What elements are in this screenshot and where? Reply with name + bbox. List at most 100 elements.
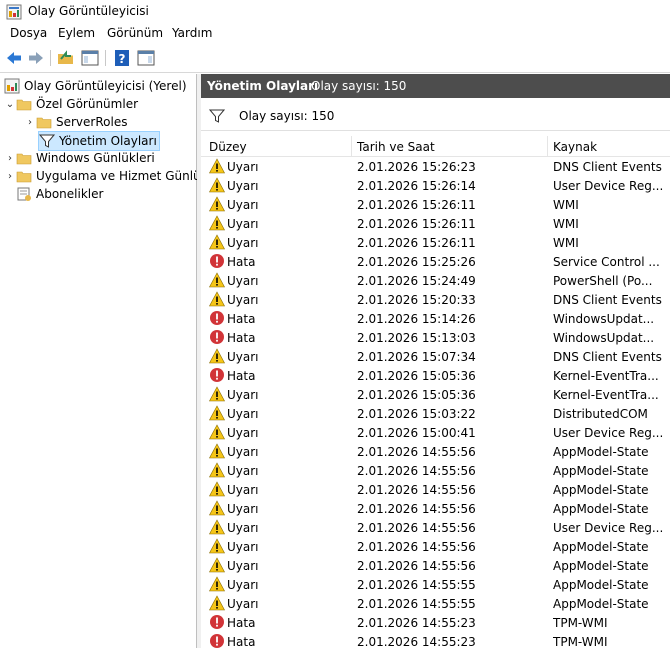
error-icon — [209, 310, 225, 326]
table-row[interactable]: Uyarı 2.01.2026 15:26:11 WMI — [201, 214, 670, 233]
event-level: Hata — [227, 369, 256, 383]
warning-icon — [208, 215, 226, 231]
table-row[interactable]: Hata 2.01.2026 15:14:26 WindowsUpdat... — [201, 309, 670, 328]
chevron-down-icon[interactable]: ⌄ — [4, 99, 16, 110]
event-level: Uyarı — [227, 274, 259, 288]
warning-icon — [208, 500, 226, 516]
tree-label: Yönetim Olayları — [59, 134, 157, 148]
table-row[interactable]: Uyarı 2.01.2026 14:55:56 AppModel-State — [201, 556, 670, 575]
table-row[interactable]: Uyarı 2.01.2026 15:26:11 WMI — [201, 195, 670, 214]
event-source: WMI — [553, 217, 579, 231]
table-row[interactable]: Hata 2.01.2026 14:55:23 TPM-WMI — [201, 613, 670, 632]
event-level: Uyarı — [227, 160, 259, 174]
event-datetime: 2.01.2026 15:07:34 — [357, 350, 476, 364]
tree-item-subscriptions[interactable]: Abonelikler — [16, 185, 103, 203]
table-row[interactable]: Uyarı 2.01.2026 15:26:14 User Device Reg..… — [201, 176, 670, 195]
event-datetime: 2.01.2026 14:55:56 — [357, 502, 476, 516]
forward-arrow-icon[interactable] — [27, 49, 45, 67]
warning-icon — [208, 196, 226, 212]
event-source: AppModel-State — [553, 540, 649, 554]
tree-item-app-service-logs[interactable]: › Uygulama ve Hizmet Günlük — [4, 167, 208, 185]
event-source: User Device Reg... — [553, 521, 664, 535]
table-row[interactable]: Uyarı 2.01.2026 14:55:56 User Device Reg..… — [201, 518, 670, 537]
warning-icon — [208, 481, 226, 497]
open-folder-icon[interactable] — [57, 49, 75, 67]
event-datetime: 2.01.2026 15:05:36 — [357, 388, 476, 402]
event-level: Uyarı — [227, 388, 259, 402]
table-row[interactable]: Uyarı 2.01.2026 14:55:56 AppModel-State — [201, 461, 670, 480]
column-datetime[interactable]: Tarih ve Saat — [357, 140, 435, 154]
event-source: DNS Client Events — [553, 160, 662, 174]
table-row[interactable]: Uyarı 2.01.2026 15:26:23 DNS Client Events — [201, 157, 670, 176]
event-datetime: 2.01.2026 15:00:41 — [357, 426, 476, 440]
table-row[interactable]: Uyarı 2.01.2026 15:05:36 Kernel-EventTra..… — [201, 385, 670, 404]
event-level: Uyarı — [227, 445, 259, 459]
table-row[interactable]: Uyarı 2.01.2026 15:03:22 DistributedCOM — [201, 404, 670, 423]
table-row[interactable]: Uyarı 2.01.2026 15:00:41 User Device Reg..… — [201, 423, 670, 442]
events-pane: Yönetim Olayları Olay sayısı: 150 Olay s… — [201, 74, 670, 648]
event-source: TPM-WMI — [553, 635, 608, 648]
warning-icon — [208, 234, 226, 250]
table-row[interactable]: Hata 2.01.2026 14:55:23 TPM-WMI — [201, 632, 670, 648]
tree-item-server-roles[interactable]: › ServerRoles — [24, 113, 127, 131]
table-row[interactable]: Uyarı 2.01.2026 15:20:33 DNS Client Events — [201, 290, 670, 309]
table-row[interactable]: Uyarı 2.01.2026 14:55:56 AppModel-State — [201, 442, 670, 461]
table-row[interactable]: Uyarı 2.01.2026 14:55:56 AppModel-State — [201, 480, 670, 499]
column-source[interactable]: Kaynak — [553, 140, 597, 154]
event-level: Uyarı — [227, 426, 259, 440]
menu-dosya[interactable]: Dosya — [10, 26, 47, 40]
event-source: Kernel-EventTra... — [553, 369, 659, 383]
action-pane-icon[interactable] — [137, 49, 155, 67]
tree-item-admin-events[interactable]: Yönetim Olayları — [38, 131, 160, 151]
console-tree-icon[interactable] — [81, 49, 99, 67]
back-arrow-icon[interactable] — [5, 49, 23, 67]
table-row[interactable]: Uyarı 2.01.2026 14:55:55 AppModel-State — [201, 594, 670, 613]
event-level: Hata — [227, 331, 256, 345]
menu-eylem[interactable]: Eylem — [58, 26, 95, 40]
tree-label: Olay Görüntüleyicisi (Yerel) — [24, 79, 187, 93]
table-row[interactable]: Uyarı 2.01.2026 15:07:34 DNS Client Events — [201, 347, 670, 366]
menu-yardim[interactable]: Yardım — [172, 26, 212, 40]
table-row[interactable]: Uyarı 2.01.2026 15:24:49 PowerShell (Po... — [201, 271, 670, 290]
warning-icon — [208, 462, 226, 478]
event-source: Service Control ... — [553, 255, 660, 269]
tree-label: Özel Görünümler — [36, 97, 139, 111]
folder-icon — [16, 168, 32, 184]
event-datetime: 2.01.2026 14:55:56 — [357, 559, 476, 573]
event-level: Hata — [227, 616, 256, 630]
event-source: AppModel-State — [553, 597, 649, 611]
chevron-right-icon[interactable]: › — [4, 153, 16, 164]
chevron-right-icon[interactable]: › — [24, 117, 36, 128]
help-icon[interactable]: ? — [113, 49, 131, 67]
chevron-right-icon[interactable]: › — [4, 171, 16, 182]
event-datetime: 2.01.2026 15:25:26 — [357, 255, 476, 269]
warning-icon — [208, 386, 226, 402]
events-list: Uyarı 2.01.2026 15:26:23 DNS Client Events… — [201, 157, 670, 648]
table-row[interactable]: Uyarı 2.01.2026 14:55:55 AppModel-State — [201, 575, 670, 594]
table-row[interactable]: Hata 2.01.2026 15:25:26 Service Control ..… — [201, 252, 670, 271]
filter-icon — [38, 133, 56, 149]
tree-item-custom-views[interactable]: ⌄ Özel Görünümler — [4, 95, 138, 113]
warning-icon — [208, 538, 226, 554]
event-datetime: 2.01.2026 15:03:22 — [357, 407, 476, 421]
column-divider[interactable] — [351, 136, 352, 156]
table-row[interactable]: Hata 2.01.2026 15:05:36 Kernel-EventTra... — [201, 366, 670, 385]
event-datetime: 2.01.2026 14:55:23 — [357, 616, 476, 630]
column-header: Düzey Tarih ve Saat Kaynak — [201, 136, 670, 157]
folder-icon — [16, 150, 32, 166]
tree-item-root[interactable]: Olay Görüntüleyicisi (Yerel) — [4, 77, 187, 95]
event-datetime: 2.01.2026 15:20:33 — [357, 293, 476, 307]
table-row[interactable]: Uyarı 2.01.2026 14:55:56 AppModel-State — [201, 537, 670, 556]
error-icon — [209, 367, 225, 383]
tree-item-windows-logs[interactable]: › Windows Günlükleri — [4, 149, 155, 167]
table-row[interactable]: Hata 2.01.2026 15:13:03 WindowsUpdat... — [201, 328, 670, 347]
table-row[interactable]: Uyarı 2.01.2026 14:55:56 AppModel-State — [201, 499, 670, 518]
navigation-tree: Olay Görüntüleyicisi (Yerel) ⌄ Özel Görü… — [0, 74, 208, 648]
table-row[interactable]: Uyarı 2.01.2026 15:26:11 WMI — [201, 233, 670, 252]
event-source: AppModel-State — [553, 464, 649, 478]
column-level[interactable]: Düzey — [209, 140, 247, 154]
column-divider[interactable] — [547, 136, 548, 156]
event-source: AppModel-State — [553, 502, 649, 516]
event-level: Uyarı — [227, 236, 259, 250]
menu-gorunum[interactable]: Görünüm — [107, 26, 163, 40]
